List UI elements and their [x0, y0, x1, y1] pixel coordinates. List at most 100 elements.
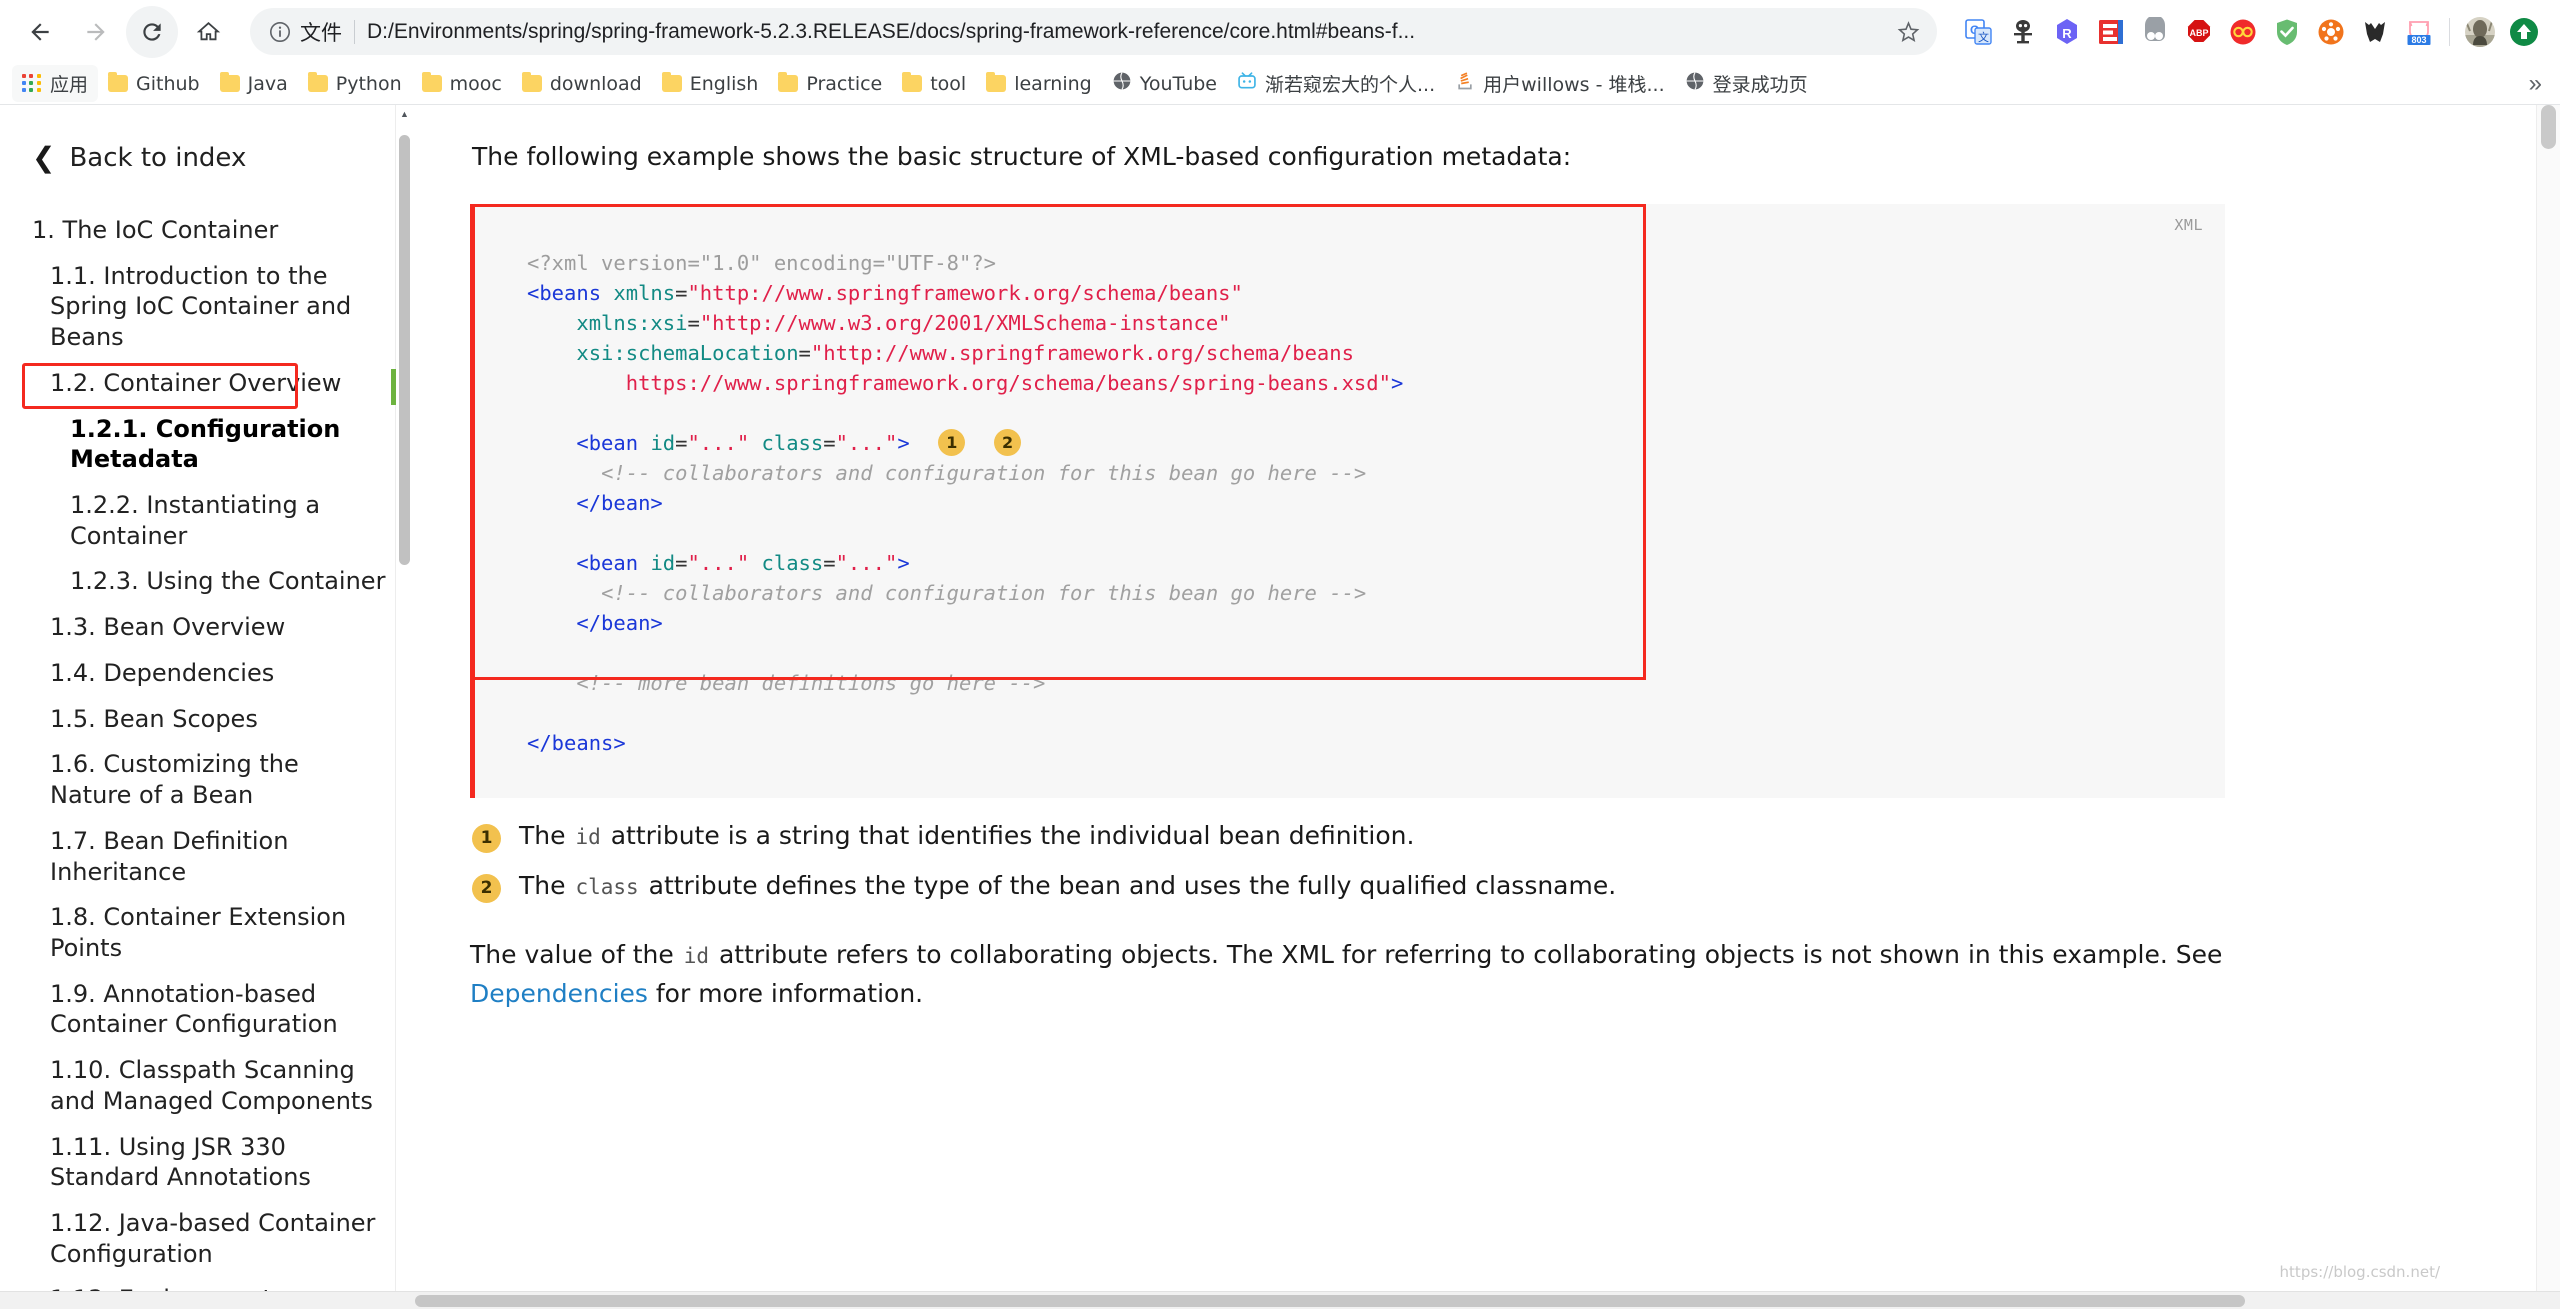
toc-item-1-2-3[interactable]: 1.2.3. Using the Container	[32, 566, 386, 597]
folder-icon	[521, 72, 542, 92]
bookmark-item-python[interactable]: Python	[298, 68, 412, 100]
tampermonkey-extension-icon[interactable]	[2001, 10, 2045, 54]
toc-item-1-8[interactable]: 1.8. Container Extension Points	[32, 902, 386, 963]
reload-button[interactable]	[126, 5, 178, 58]
code-token: <bean	[576, 430, 651, 455]
bookmark-item-java[interactable]: Java	[210, 68, 298, 100]
dependencies-link[interactable]: Dependencies	[470, 979, 648, 1008]
folder-icon	[307, 72, 328, 92]
bookmark-item-english[interactable]: English	[652, 68, 769, 100]
back-to-index-link[interactable]: ❮ Back to index	[32, 143, 386, 173]
bookmark-star-icon[interactable]	[1896, 19, 1921, 44]
toc-item-1[interactable]: 1. The IoC Container	[32, 215, 386, 246]
two-dots-extension-icon[interactable]	[2133, 10, 2177, 54]
globe-icon	[1685, 71, 1705, 96]
toc-item-1-11[interactable]: 1.11. Using JSR 330 Standard Annotations	[32, 1132, 386, 1193]
page-scrollbar[interactable]: ▲ ▼	[2536, 105, 2560, 1309]
sidebar-scroll-thumb[interactable]	[399, 135, 410, 565]
bookmark-item-tool[interactable]: tool	[892, 68, 976, 100]
extensions-strip: G 文 R	[1951, 10, 2546, 54]
metamask-extension-icon[interactable]	[2353, 10, 2397, 54]
folder-icon	[661, 72, 682, 92]
home-icon	[196, 21, 220, 41]
bookmarks-overflow-button[interactable]: »	[2521, 68, 2550, 100]
callout-text-post: attribute defines the type of the bean a…	[640, 870, 1617, 900]
url-text: D:/Environments/spring/spring-framework-…	[367, 19, 1416, 43]
code-token: class	[761, 430, 824, 455]
bookmark-label: Practice	[806, 72, 883, 95]
toc-item-1-2-2[interactable]: 1.2.2. Instantiating a Container	[32, 490, 386, 551]
tab-counter-extension-icon[interactable]: 803	[2397, 10, 2441, 54]
home-button[interactable]	[182, 6, 234, 58]
google-translate-extension-icon[interactable]: G 文	[1957, 10, 2001, 54]
toc-item-1-4[interactable]: 1.4. Dependencies	[32, 658, 386, 689]
browser-toolbar: 文件 D:/Environments/spring/spring-framewo…	[0, 0, 2560, 63]
code-token: <beans	[527, 280, 614, 305]
toc-item-1-5[interactable]: 1.5. Bean Scopes	[32, 704, 386, 735]
horizontal-scroll-thumb[interactable]	[415, 1295, 2245, 1307]
toc-item-1-1[interactable]: 1.1. Introduction to the Spring IoC Cont…	[32, 261, 386, 353]
toc-item-1-10[interactable]: 1.10. Classpath Scanning and Managed Com…	[32, 1055, 386, 1116]
toc-item-1-3[interactable]: 1.3. Bean Overview	[32, 612, 386, 643]
code-line: xmlns:xsi="http://www.w3.org/2001/XMLSch…	[527, 308, 2225, 338]
toc-item-1-2-1[interactable]: 1.2.1. Configuration Metadata	[32, 414, 386, 475]
bookmark-item-bilibili-blog[interactable]: 渐若窥宏大的个人...	[1227, 65, 1445, 102]
bookmark-label: YouTube	[1139, 72, 1217, 95]
bookmark-item-login-success[interactable]: 登录成功页	[1675, 65, 1818, 102]
infinity-extension-icon[interactable]	[2221, 10, 2265, 54]
adblock-plus-extension-icon[interactable]: ABP	[2177, 10, 2221, 54]
closing-paragraph: The value of the id attribute refers to …	[470, 936, 2230, 1014]
code-token: "..."	[835, 430, 898, 455]
scroll-up-arrow-icon[interactable]: ▲	[396, 105, 412, 122]
code-token: <!-- collaborators and configuration for…	[601, 580, 1367, 605]
code-language-label: XML	[2174, 215, 2203, 234]
info-circle-icon[interactable]	[268, 20, 292, 44]
page-scroll-thumb[interactable]	[2541, 105, 2556, 149]
sidebar-scrollbar[interactable]: ▲ ▼	[395, 105, 412, 1309]
address-bar[interactable]: 文件 D:/Environments/spring/spring-framewo…	[250, 8, 1937, 55]
xml-source-code[interactable]: <?xml version="1.0" encoding="UTF-8"?> <b…	[527, 248, 2225, 758]
forward-button[interactable]	[70, 6, 122, 58]
kubernetes-extension-icon[interactable]	[2309, 10, 2353, 54]
r-extension-icon[interactable]: R	[2045, 10, 2089, 54]
code-token: =	[823, 430, 836, 455]
omnibox-divider	[354, 19, 355, 44]
code-token: </bean>	[576, 610, 663, 635]
bookmark-item-github[interactable]: Github	[98, 68, 210, 100]
bookmark-apps-button[interactable]: 应用	[12, 65, 99, 102]
bookmark-item-download[interactable]: download	[512, 68, 652, 100]
toc-item-1-6[interactable]: 1.6. Customizing the Nature of a Bean	[32, 749, 386, 810]
bookmark-item-learning[interactable]: learning	[976, 68, 1102, 100]
back-button[interactable]	[14, 6, 66, 58]
code-line: <bean id="..." class="..."> 1 2	[527, 428, 2225, 458]
horizontal-scrollbar[interactable]	[0, 1291, 2560, 1309]
bookmark-apps-label: 应用	[50, 74, 89, 96]
code-line: </bean>	[527, 608, 2225, 638]
code-line: </bean>	[527, 488, 2225, 518]
code-line: <!-- more bean definitions go here -->	[527, 668, 2225, 698]
code-token: "http://www.springframework.org/schema/b…	[687, 280, 1243, 305]
folder-icon	[986, 72, 1007, 92]
feedly-extension-icon[interactable]	[2089, 10, 2133, 54]
bookmark-item-mooc[interactable]: mooc	[412, 68, 512, 100]
adguard-shield-extension-icon[interactable]	[2265, 10, 2309, 54]
toc-item-1-12[interactable]: 1.12. Java-based Container Configuration	[32, 1208, 386, 1269]
avatar[interactable]	[2458, 10, 2502, 54]
bookmark-item-stackoverflow-user[interactable]: 用户willows - 堆栈...	[1445, 65, 1675, 102]
code-token: "http://www.springframework.org/schema/b…	[810, 340, 1354, 365]
callout-text-2: The class attribute defines the type of …	[519, 868, 1616, 904]
back-arrow-icon	[31, 22, 49, 41]
update-available-icon[interactable]	[2502, 10, 2546, 54]
toc-item-1-2[interactable]: 1.2. Container Overview	[32, 368, 386, 399]
toc-item-1-9[interactable]: 1.9. Annotation-based Container Configur…	[32, 979, 386, 1040]
bookmark-item-youtube[interactable]: YouTube	[1102, 66, 1227, 101]
forward-arrow-icon	[87, 22, 105, 41]
bookmark-item-practice[interactable]: Practice	[768, 68, 892, 100]
bookmark-label: download	[549, 72, 642, 95]
toc-item-1-7[interactable]: 1.7. Bean Definition Inheritance	[32, 826, 386, 887]
